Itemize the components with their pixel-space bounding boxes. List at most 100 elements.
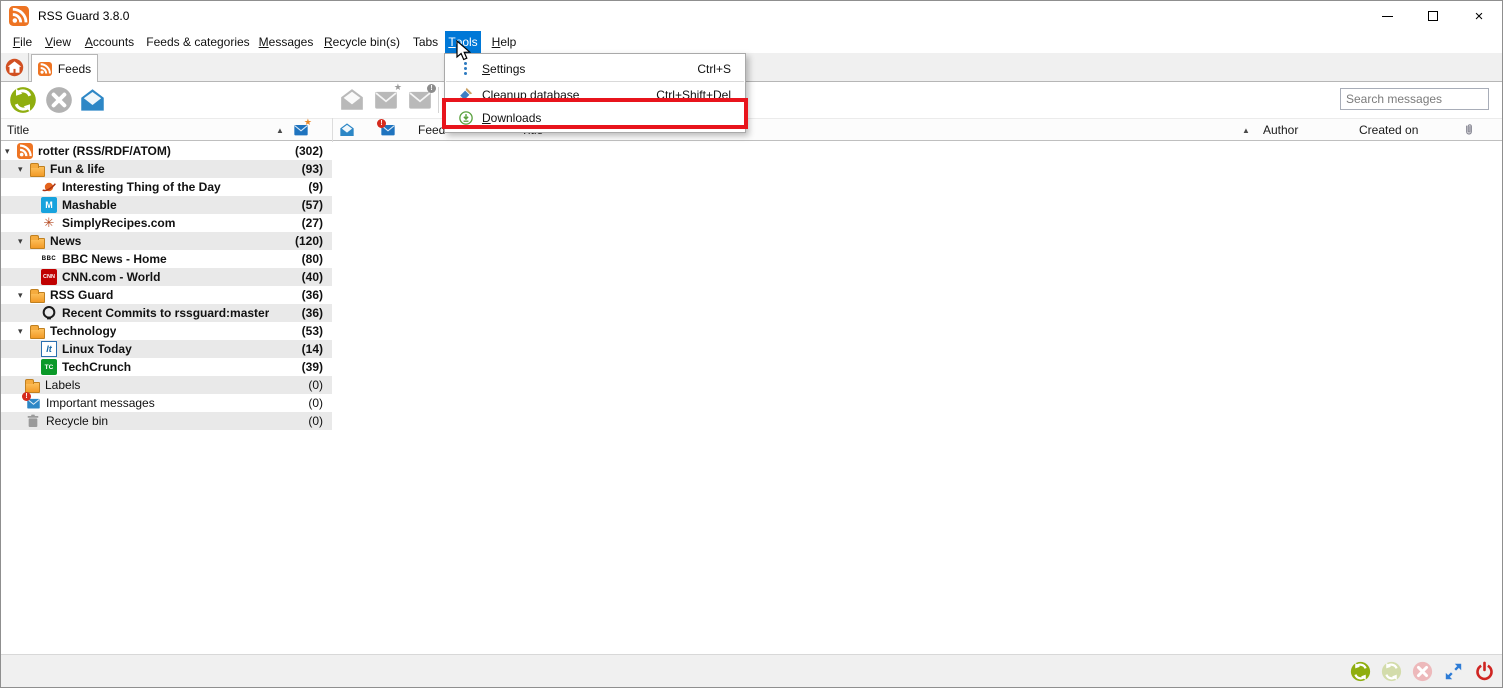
tree-row-important-messages[interactable]: ! Important messages (0): [1, 394, 332, 412]
tree-row-recent-commits[interactable]: Recent Commits to rssguard:master (36): [1, 304, 332, 322]
maximize-button[interactable]: [1410, 1, 1456, 31]
statusbar-refresh-disabled-button[interactable]: [1380, 660, 1402, 682]
tree-row-rotter[interactable]: ▾ rotter (RSS/RDF/ATOM) (302): [1, 142, 332, 160]
menu-messages[interactable]: Messages: [255, 31, 317, 53]
labels-folder-icon: [25, 382, 40, 393]
tree-row-mashable[interactable]: M Mashable (57): [1, 196, 332, 214]
tree-row-recycle-bin[interactable]: Recycle bin (0): [1, 412, 332, 430]
tree-row-simplyrecipes[interactable]: ✳ SimplyRecipes.com (27): [1, 214, 332, 232]
messages-read-column-header[interactable]: [339, 119, 355, 141]
column-header-row: Title ▲ ★ ! Feed Title ▲ Author Created …: [1, 118, 1502, 141]
messages-importance-column-header[interactable]: !: [380, 119, 396, 141]
tree-row-rss-guard[interactable]: ▾ RSS Guard (36): [1, 286, 332, 304]
feed-title: SimplyRecipes.com: [62, 216, 175, 230]
messages-sort-asc-icon: ▲: [1242, 119, 1250, 141]
menu-view[interactable]: View: [39, 31, 77, 53]
expander-icon[interactable]: ▾: [4, 146, 17, 157]
menu-feeds-categories[interactable]: Feeds & categories: [142, 31, 254, 53]
unread-count: (40): [302, 270, 323, 284]
expander-icon[interactable]: ▾: [17, 290, 30, 301]
stop-refresh-button[interactable]: [45, 86, 73, 114]
home-tab-button[interactable]: [1, 53, 29, 82]
app-rss-icon: [9, 6, 29, 26]
menu-help[interactable]: Help: [486, 31, 522, 53]
tree-row-cnn-world[interactable]: CNN CNN.com - World (40): [1, 268, 332, 286]
messages-created-column-header[interactable]: Created on: [1359, 119, 1418, 141]
feed-tree: ▾ rotter (RSS/RDF/ATOM) (302) ▾ Fun & li…: [1, 142, 332, 430]
refresh-feeds-button[interactable]: [9, 86, 37, 114]
mouse-cursor: [456, 40, 471, 61]
count: (0): [308, 378, 323, 392]
cnn-icon: CNN: [41, 269, 57, 285]
feed-title: CNN.com - World: [62, 270, 160, 284]
unread-count: (27): [302, 216, 323, 230]
folder-icon: [30, 328, 45, 339]
feed-title: Linux Today: [62, 342, 132, 356]
unread-count: (93): [302, 162, 323, 176]
mashable-icon: M: [41, 197, 57, 213]
tab-feeds[interactable]: Feeds: [31, 54, 98, 83]
item-title: Recycle bin: [46, 414, 108, 428]
quit-button[interactable]: [1473, 660, 1495, 682]
mark-all-read-button[interactable]: [78, 86, 106, 114]
power-icon: [1474, 661, 1495, 682]
content-area: ▾ rotter (RSS/RDF/ATOM) (302) ▾ Fun & li…: [1, 142, 1502, 654]
tab-feeds-label: Feeds: [58, 62, 91, 76]
expander-icon[interactable]: ▾: [17, 236, 30, 247]
minimize-button[interactable]: [1364, 1, 1410, 31]
title-bar: RSS Guard 3.8.0 ×: [1, 1, 1502, 31]
envelope-exclamation-icon: !: [380, 122, 396, 138]
settings-icon: [457, 60, 474, 77]
search-input[interactable]: [1340, 88, 1489, 110]
folder-icon: [30, 166, 45, 177]
statusbar-refresh-button[interactable]: [1349, 660, 1371, 682]
tree-row-interesting-thing[interactable]: Interesting Thing of the Day (9): [1, 178, 332, 196]
feeds-sort-asc-icon: ▲: [276, 119, 284, 141]
tree-row-fun-life[interactable]: ▾ Fun & life (93): [1, 160, 332, 178]
paperclip-icon: [1461, 122, 1477, 138]
mark-message-read-button-disabled[interactable]: [338, 86, 366, 114]
planet-icon: [41, 179, 57, 195]
menu-item-settings[interactable]: Settings Ctrl+S: [445, 57, 745, 80]
menu-file[interactable]: File: [6, 31, 39, 53]
menu-recycle-bins[interactable]: Recycle bin(s): [318, 31, 406, 53]
open-envelope-icon: [339, 122, 355, 138]
mark-important-button-disabled[interactable]: !: [406, 86, 434, 114]
feed-title: rotter (RSS/RDF/ATOM): [38, 144, 171, 158]
mark-message-unread-button-disabled[interactable]: ★: [372, 86, 400, 114]
unread-count: (9): [308, 180, 323, 194]
messages-author-column-header[interactable]: Author: [1263, 119, 1298, 141]
feeds-title-column-header[interactable]: Title: [7, 119, 29, 141]
item-title: Labels: [45, 378, 80, 392]
home-icon: [5, 58, 24, 77]
feeds-counts-column-header[interactable]: ★: [293, 119, 309, 141]
tree-row-technology[interactable]: ▾ Technology (53): [1, 322, 332, 340]
tree-row-techcrunch[interactable]: TC TechCrunch (39): [1, 358, 332, 376]
tree-row-labels[interactable]: Labels (0): [1, 376, 332, 394]
open-envelope-gray-icon: [339, 87, 365, 113]
window-title: RSS Guard 3.8.0: [38, 9, 129, 23]
menu-accounts[interactable]: Accounts: [79, 31, 140, 53]
expander-icon[interactable]: ▾: [17, 164, 30, 175]
feed-title: Interesting Thing of the Day: [62, 180, 221, 194]
tree-row-linux-today[interactable]: lt Linux Today (14): [1, 340, 332, 358]
cancel-icon: [45, 86, 73, 114]
folder-icon: [30, 238, 45, 249]
refresh-disabled-icon: [1381, 661, 1402, 682]
unread-count: (39): [302, 360, 323, 374]
feeds-rss-icon: [38, 62, 52, 76]
expand-arrows-icon: [1443, 661, 1464, 682]
menu-tabs[interactable]: Tabs: [408, 31, 443, 53]
statusbar-stop-disabled-button[interactable]: [1411, 660, 1433, 682]
expander-icon[interactable]: ▾: [17, 326, 30, 337]
close-button[interactable]: ×: [1456, 1, 1502, 31]
open-envelope-icon: [79, 87, 106, 114]
tree-row-bbc-news[interactable]: BBC BBC News - Home (80): [1, 250, 332, 268]
unread-count: (14): [302, 342, 323, 356]
unread-count: (36): [302, 306, 323, 320]
exclamation-badge: !: [427, 84, 436, 93]
tree-row-news[interactable]: ▾ News (120): [1, 232, 332, 250]
folder-title: Technology: [50, 324, 116, 338]
messages-attachment-column-header[interactable]: [1461, 119, 1477, 141]
fullscreen-toggle-button[interactable]: [1442, 660, 1464, 682]
